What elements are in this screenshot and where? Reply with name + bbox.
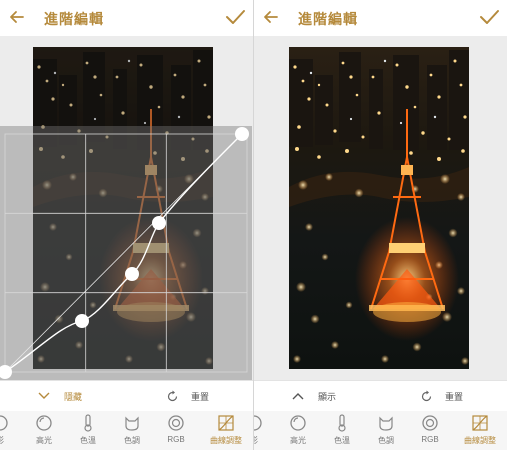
tool-partial[interactable]: 影 [254,413,276,449]
partial-tool-icon [0,415,8,431]
tool-strip: 影 高光 色溫 色調 RGB [254,411,507,450]
tool-curves[interactable]: 曲線調整 [204,413,248,449]
top-bar: 進階編輯 [254,0,507,36]
curve-controls-bar: 顯示 重置 [254,380,507,411]
photo-preview [289,47,469,369]
tokyo-tower-night-photo [289,47,469,369]
curve-control-point[interactable] [235,127,249,141]
tool-strip: 影 高光 色溫 色調 RGB [0,411,253,450]
page-title: 進階編輯 [44,11,104,27]
reset-icon [421,390,432,401]
tool-highlight[interactable]: 高光 [276,413,320,449]
reset-label: 重置 [445,391,464,402]
top-bar: 進階編輯 [0,0,253,36]
reset-label: 重置 [191,391,210,402]
right-editor-panel: 進階編輯 顯示 重置 影 [254,0,507,450]
rgb-icon [168,415,184,431]
tool-label: 影 [0,435,22,446]
tool-label: RGB [167,435,185,444]
tint-cat-icon [379,416,393,431]
curve-control-point[interactable] [75,314,89,328]
confirm-button[interactable] [223,5,247,29]
tool-label: 色溫 [80,436,96,445]
hide-curve-button[interactable]: 隱藏 [38,387,82,405]
reset-button[interactable]: 重置 [420,387,463,405]
tool-label: 色溫 [334,436,350,445]
back-button[interactable] [260,6,282,28]
checkmark-icon [480,10,499,24]
reset-icon [167,390,178,401]
tool-label: 色調 [378,436,394,445]
left-editor-panel: 進階編輯 隱藏 重置 高光 色溫 色調 RGB 曲線調整 [0,0,253,450]
hide-label: 隱藏 [64,391,83,402]
tool-tint[interactable]: 色調 [110,413,154,449]
thermometer-icon [338,414,346,432]
tool-partial[interactable]: 影 [0,413,22,449]
confirm-button[interactable] [477,5,501,29]
tool-temperature[interactable]: 色溫 [66,413,110,449]
tool-highlight[interactable]: 高光 [22,413,66,449]
tool-rgb[interactable]: RGB [408,413,452,449]
thermometer-icon [84,414,92,432]
partial-tool-icon [254,415,262,431]
highlight-icon [36,415,52,431]
show-curve-button[interactable]: 顯示 [292,387,336,405]
tool-temperature[interactable]: 色溫 [320,413,364,449]
back-arrow-icon [264,11,278,23]
page-title: 進階編輯 [298,11,358,27]
chevron-up-icon [292,393,304,400]
curve-controls-bar: 隱藏 重置 [0,380,253,411]
rgb-icon [422,415,438,431]
tool-label: RGB [421,435,439,444]
curve-control-point[interactable] [152,216,166,230]
tool-label: 高光 [290,436,306,445]
show-label: 顯示 [318,391,337,402]
back-button[interactable] [6,6,28,28]
tool-tint[interactable]: 色調 [364,413,408,449]
reset-button[interactable]: 重置 [166,387,209,405]
tool-curves[interactable]: 曲線調整 [458,413,502,449]
tool-rgb[interactable]: RGB [154,413,198,449]
tool-label: 曲線調整 [464,436,496,445]
curves-icon [472,415,488,431]
tint-cat-icon [125,416,139,431]
tool-label: 色調 [124,436,140,445]
highlight-icon [290,415,306,431]
chevron-down-icon [38,392,50,399]
checkmark-icon [226,10,245,24]
tool-label: 曲線調整 [210,436,242,445]
tool-label: 影 [254,435,276,446]
curve-control-point[interactable] [125,267,139,281]
back-arrow-icon [10,11,24,23]
tool-label: 高光 [36,436,52,445]
curve-editor[interactable] [0,126,252,380]
curves-icon [218,415,234,431]
tone-curve-graph [0,127,249,379]
